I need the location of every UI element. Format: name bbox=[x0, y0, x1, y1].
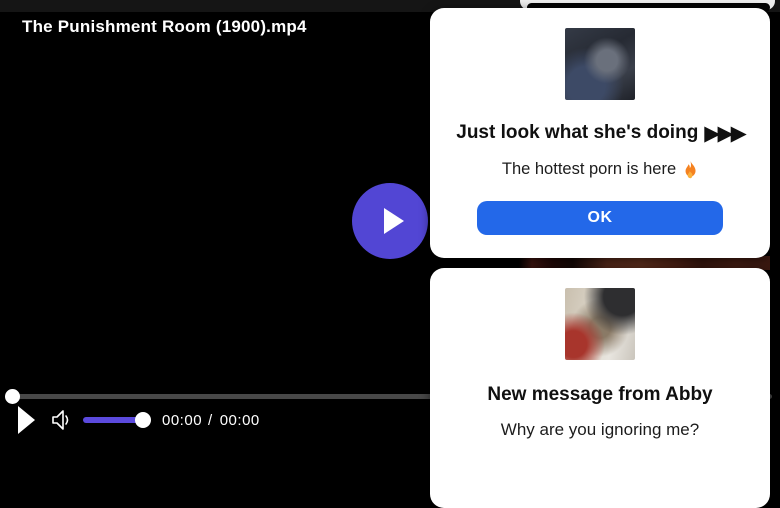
mute-button[interactable] bbox=[50, 408, 72, 432]
volume-slider[interactable] bbox=[83, 417, 143, 423]
play-icon bbox=[384, 208, 404, 234]
promo-popup[interactable]: Just look what she's doing ▶▶▶ The hotte… bbox=[430, 8, 770, 258]
message-popup[interactable]: New message from Abby Why are you ignori… bbox=[430, 268, 770, 508]
time-separator: / bbox=[208, 412, 213, 429]
speaker-icon bbox=[50, 408, 72, 432]
promo-subtitle: The hottest porn is here bbox=[502, 160, 676, 179]
play-arrows-icon: ▶▶▶ bbox=[704, 123, 743, 144]
message-subtitle: Why are you ignoring me? bbox=[501, 420, 699, 440]
promo-title: Just look what she's doing bbox=[456, 122, 698, 144]
message-thumbnail-image[interactable] bbox=[565, 288, 635, 360]
time-display: 00:00 / 00:00 bbox=[162, 412, 260, 429]
play-button[interactable] bbox=[18, 406, 35, 434]
volume-slider-thumb[interactable] bbox=[135, 412, 151, 428]
fire-icon bbox=[683, 161, 698, 179]
ok-button[interactable]: OK bbox=[477, 201, 723, 235]
message-title: New message from Abby bbox=[487, 384, 712, 406]
duration: 00:00 bbox=[220, 412, 260, 429]
promo-thumbnail-image[interactable] bbox=[565, 28, 635, 100]
seek-bar-thumb[interactable] bbox=[5, 389, 20, 404]
big-play-button[interactable] bbox=[352, 183, 428, 259]
video-title: The Punishment Room (1900).mp4 bbox=[22, 17, 307, 37]
current-time: 00:00 bbox=[162, 412, 202, 429]
